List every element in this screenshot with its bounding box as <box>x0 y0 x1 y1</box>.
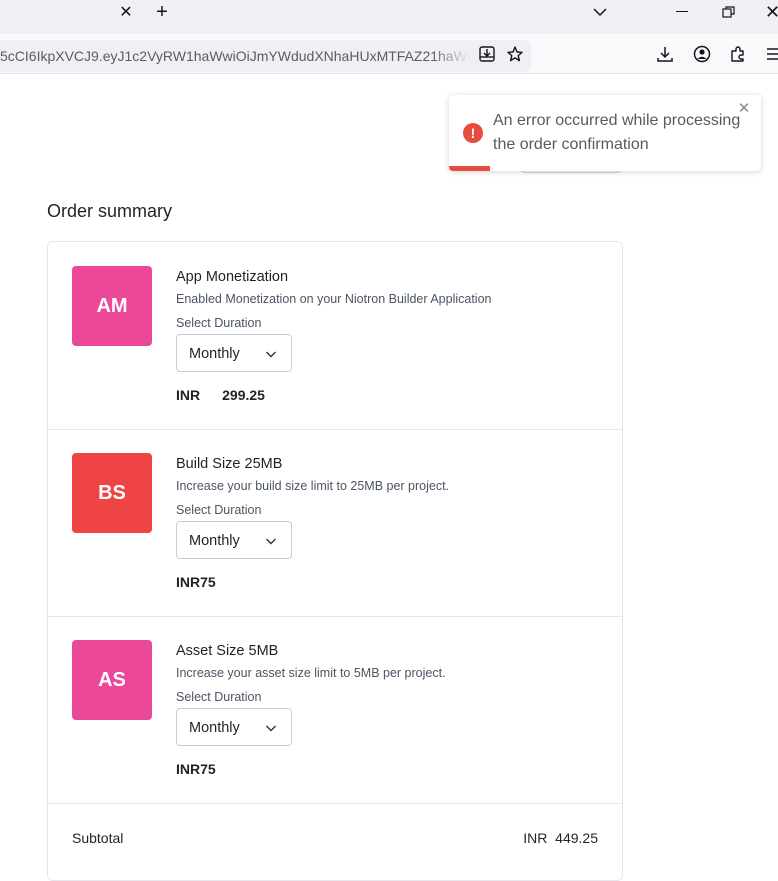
duration-value: Monthly <box>189 720 240 736</box>
item-name: Build Size 25MB <box>176 456 283 472</box>
toast-close-icon[interactable]: ✕ <box>737 101 751 116</box>
window-restore-icon[interactable] <box>722 6 736 18</box>
item-price: INR75 <box>176 761 216 777</box>
item-avatar: BS <box>72 453 152 533</box>
price-amount: 75 <box>200 574 216 590</box>
tab-list-chevron-icon[interactable] <box>592 4 608 20</box>
price-amount: 75 <box>200 761 216 777</box>
subtotal-amount: 449.25 <box>555 830 598 846</box>
window-close-icon[interactable]: ✕ <box>765 2 778 22</box>
toast-progress-bar <box>449 166 490 171</box>
duration-label: Select Duration <box>176 316 262 330</box>
chevron-down-icon <box>266 725 276 732</box>
item-price: INR 299.25 <box>176 387 265 403</box>
chevron-down-icon <box>266 538 276 545</box>
order-item: BS Build Size 25MB Increase your build s… <box>48 429 622 616</box>
price-currency: INR <box>176 387 201 403</box>
duration-value: Monthly <box>189 346 240 362</box>
save-page-icon[interactable] <box>478 45 496 63</box>
subtotal-value: INR 449.25 <box>523 830 598 846</box>
browser-tab-bar: ✕ + ✕ <box>0 0 778 34</box>
item-name: Asset Size 5MB <box>176 643 279 659</box>
window-minimize-icon[interactable] <box>676 11 688 12</box>
bookmark-star-icon[interactable] <box>506 45 524 63</box>
page-content: Order summary AM App Monetization Enable… <box>0 75 778 881</box>
duration-select[interactable]: Monthly <box>176 708 292 746</box>
item-description: Increase your asset size limit to 5MB pe… <box>176 666 446 680</box>
item-price: INR75 <box>176 574 216 590</box>
chevron-down-icon <box>266 351 276 358</box>
url-bar[interactable]: 5cCI6IkpXVCJ9.eyJ1c2VyRW1haWwiOiJmYWdudX… <box>0 40 531 72</box>
duration-label: Select Duration <box>176 503 262 517</box>
price-currency: INR <box>176 574 201 590</box>
extensions-icon[interactable] <box>729 45 747 63</box>
price-amount: 299.25 <box>222 387 265 403</box>
item-avatar: AM <box>72 266 152 346</box>
item-description: Enabled Monetization on your Niotron Bui… <box>176 292 492 306</box>
divider <box>48 803 622 804</box>
item-avatar: AS <box>72 640 152 720</box>
url-text[interactable]: 5cCI6IkpXVCJ9.eyJ1c2VyRW1haWwiOiJmYWdudX… <box>0 48 470 64</box>
downloads-icon[interactable] <box>656 45 674 63</box>
toast-message: An error occurred while processing the o… <box>493 112 741 153</box>
duration-value: Monthly <box>189 533 240 549</box>
new-tab-icon[interactable]: + <box>153 2 171 22</box>
error-toast: ! An error occurred while processing the… <box>449 95 761 171</box>
subtotal-label: Subtotal <box>72 830 124 846</box>
order-item: AS Asset Size 5MB Increase your asset si… <box>48 616 622 803</box>
item-description: Increase your build size limit to 25MB p… <box>176 479 450 493</box>
error-icon: ! <box>463 123 483 143</box>
order-summary-card: AM App Monetization Enabled Monetization… <box>47 241 623 881</box>
tab-close-icon[interactable]: ✕ <box>118 5 134 21</box>
order-summary-title: Order summary <box>47 201 173 221</box>
subtotal-currency: INR <box>523 830 548 846</box>
order-item: AM App Monetization Enabled Monetization… <box>48 242 622 429</box>
price-currency: INR <box>176 761 201 777</box>
item-name: App Monetization <box>176 269 289 285</box>
account-icon[interactable] <box>693 45 711 63</box>
duration-select[interactable]: Monthly <box>176 334 292 372</box>
duration-label: Select Duration <box>176 690 262 704</box>
duration-select[interactable]: Monthly <box>176 521 292 559</box>
menu-icon[interactable] <box>765 45 778 63</box>
